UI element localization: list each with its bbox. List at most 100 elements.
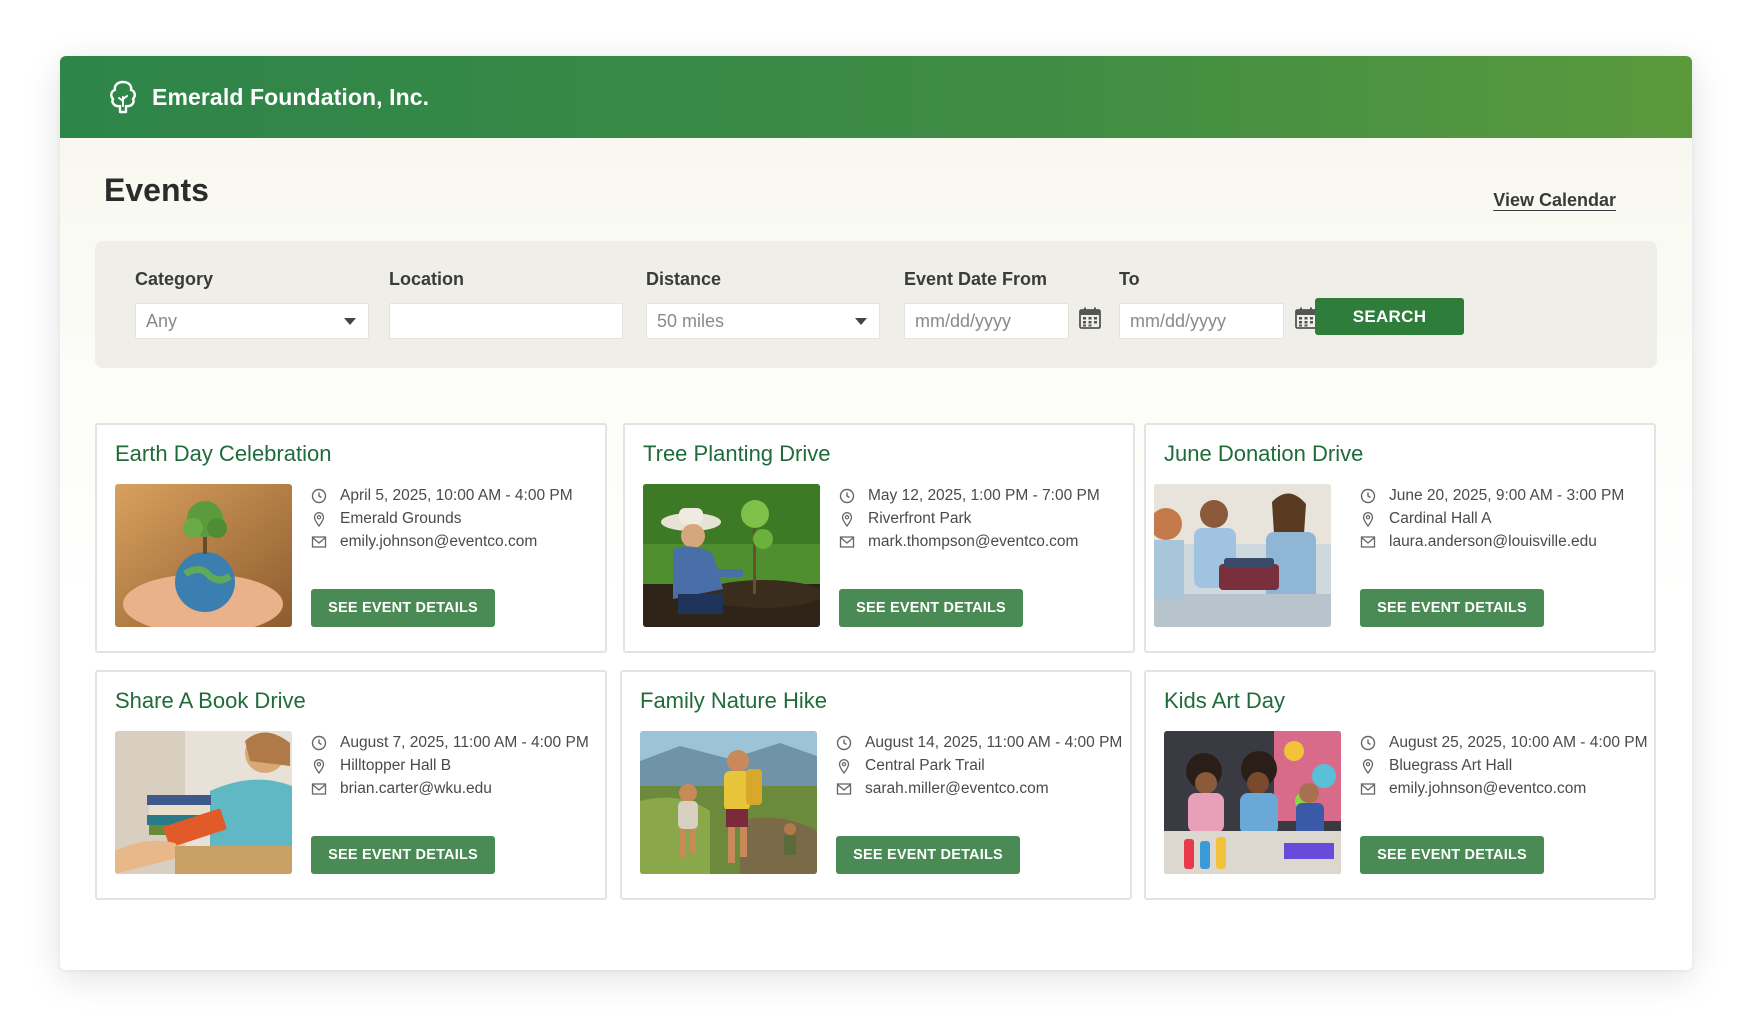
event-location: Bluegrass Art Hall <box>1360 754 1648 777</box>
see-event-details-button[interactable]: SEE EVENT DETAILS <box>839 589 1023 627</box>
event-datetime-text: June 20, 2025, 9:00 AM - 3:00 PM <box>1389 486 1625 504</box>
see-event-details-button[interactable]: SEE EVENT DETAILS <box>311 836 495 874</box>
clock-icon <box>1360 735 1376 750</box>
clock-icon <box>1360 488 1376 503</box>
category-select[interactable]: Any <box>135 303 369 339</box>
see-event-details-button[interactable]: SEE EVENT DETAILS <box>1360 836 1544 874</box>
event-datetime-text: May 12, 2025, 1:00 PM - 7:00 PM <box>868 486 1100 504</box>
page-title: Events <box>104 172 209 208</box>
distance-filter: Distance <box>646 269 721 293</box>
location-label: Location <box>389 269 464 289</box>
event-datetime: June 20, 2025, 9:00 AM - 3:00 PM <box>1360 484 1624 507</box>
event-title[interactable]: Family Nature Hike <box>640 688 827 714</box>
event-location-text: Riverfront Park <box>868 509 972 527</box>
event-email-text[interactable]: brian.carter@wku.edu <box>340 780 492 798</box>
event-card: June Donation Drive June 20, 2025, 9:00 <box>1144 423 1656 653</box>
event-card: Earth Day Celebration April 5, 2025, 10:… <box>95 423 607 653</box>
event-title[interactable]: Share A Book Drive <box>115 688 306 714</box>
category-label: Category <box>135 269 214 289</box>
event-title[interactable]: Earth Day Celebration <box>115 441 331 467</box>
event-card: Family Nature Hike August 14, 2025, 11:0… <box>620 670 1132 900</box>
event-image[interactable] <box>643 484 820 627</box>
event-location-text: Central Park Trail <box>865 756 985 774</box>
calendar-icon[interactable] <box>1078 306 1102 330</box>
event-title[interactable]: June Donation Drive <box>1164 441 1363 467</box>
event-location-text: Cardinal Hall A <box>1389 509 1492 527</box>
map-pin-icon <box>838 758 850 774</box>
clock-icon <box>836 735 852 750</box>
event-email-text[interactable]: emily.johnson@eventco.com <box>1389 780 1586 798</box>
distance-label: Distance <box>646 269 722 289</box>
event-email: laura.anderson@louisville.edu <box>1360 530 1624 553</box>
search-button[interactable]: SEARCH <box>1315 298 1464 335</box>
event-email-text[interactable]: mark.thompson@eventco.com <box>868 533 1078 551</box>
event-datetime: August 7, 2025, 11:00 AM - 4:00 PM <box>311 731 589 754</box>
see-event-details-button[interactable]: SEE EVENT DETAILS <box>311 589 495 627</box>
tree-icon <box>106 79 140 115</box>
event-meta: June 20, 2025, 9:00 AM - 3:00 PM Cardina… <box>1360 484 1624 553</box>
category-filter: Category <box>135 269 213 293</box>
org-name[interactable]: Emerald Foundation, Inc. <box>152 84 429 111</box>
event-card: Share A Book Drive August 7, 2025, 11:00… <box>95 670 607 900</box>
site-header: Emerald Foundation, Inc. <box>60 56 1692 138</box>
date-to-placeholder: mm/dd/yyyy <box>1130 310 1227 331</box>
event-title[interactable]: Tree Planting Drive <box>643 441 830 467</box>
location-input[interactable] <box>389 303 623 339</box>
mail-icon <box>311 535 327 548</box>
mail-icon <box>1360 535 1376 548</box>
event-meta: April 5, 2025, 10:00 AM - 4:00 PM Emeral… <box>311 484 573 553</box>
event-datetime: April 5, 2025, 10:00 AM - 4:00 PM <box>311 484 573 507</box>
event-email-text[interactable]: laura.anderson@louisville.edu <box>1389 533 1597 551</box>
event-image[interactable] <box>640 731 817 874</box>
event-card: Kids Art Day August 25, 2025, 10:00 AM -… <box>1144 670 1656 900</box>
event-meta: May 12, 2025, 1:00 PM - 7:00 PM Riverfro… <box>839 484 1100 553</box>
map-pin-icon <box>313 511 325 527</box>
event-email: brian.carter@wku.edu <box>311 777 589 800</box>
event-location: Cardinal Hall A <box>1360 507 1624 530</box>
mail-icon <box>1360 782 1376 795</box>
event-image[interactable] <box>1154 484 1331 627</box>
event-email: mark.thompson@eventco.com <box>839 530 1100 553</box>
date-from-placeholder: mm/dd/yyyy <box>915 310 1012 331</box>
clock-icon <box>311 735 327 750</box>
app-window: Emerald Foundation, Inc. Events View Cal… <box>60 56 1692 970</box>
chevron-down-icon <box>855 318 867 325</box>
event-image[interactable] <box>115 484 292 627</box>
event-title[interactable]: Kids Art Day <box>1164 688 1285 714</box>
map-pin-icon <box>1362 758 1374 774</box>
event-meta: August 14, 2025, 11:00 AM - 4:00 PM Cent… <box>836 731 1122 800</box>
event-location: Emerald Grounds <box>311 507 573 530</box>
see-event-details-button[interactable]: SEE EVENT DETAILS <box>1360 589 1544 627</box>
distance-select[interactable]: 50 miles <box>646 303 880 339</box>
map-pin-icon <box>841 511 853 527</box>
view-calendar-link[interactable]: View Calendar <box>1493 190 1616 211</box>
date-to-input[interactable]: mm/dd/yyyy <box>1119 303 1284 339</box>
date-from-label: Event Date From <box>904 269 1048 289</box>
event-location-text: Bluegrass Art Hall <box>1389 756 1513 774</box>
event-meta: August 25, 2025, 10:00 AM - 4:00 PM Blue… <box>1360 731 1648 800</box>
event-location: Central Park Trail <box>836 754 1122 777</box>
chevron-down-icon <box>344 318 356 325</box>
mail-icon <box>839 535 855 548</box>
event-datetime: August 14, 2025, 11:00 AM - 4:00 PM <box>836 731 1122 754</box>
event-location-text: Hilltopper Hall B <box>340 756 452 774</box>
event-datetime-text: April 5, 2025, 10:00 AM - 4:00 PM <box>340 486 573 504</box>
event-image[interactable] <box>1164 731 1341 874</box>
category-value: Any <box>146 310 178 331</box>
clock-icon <box>839 488 855 503</box>
date-from-filter: Event Date From <box>904 269 1047 293</box>
mail-icon <box>311 782 327 795</box>
distance-value: 50 miles <box>657 310 725 331</box>
event-meta: August 7, 2025, 11:00 AM - 4:00 PM Hillt… <box>311 731 589 800</box>
date-from-input[interactable]: mm/dd/yyyy <box>904 303 1069 339</box>
event-location: Hilltopper Hall B <box>311 754 589 777</box>
event-email: sarah.miller@eventco.com <box>836 777 1122 800</box>
event-datetime-text: August 7, 2025, 11:00 AM - 4:00 PM <box>340 733 589 751</box>
see-event-details-button[interactable]: SEE EVENT DETAILS <box>836 836 1020 874</box>
event-email-text[interactable]: emily.johnson@eventco.com <box>340 533 537 551</box>
event-email: emily.johnson@eventco.com <box>311 530 573 553</box>
map-pin-icon <box>1362 511 1374 527</box>
event-datetime-text: August 25, 2025, 10:00 AM - 4:00 PM <box>1389 733 1648 751</box>
event-email-text[interactable]: sarah.miller@eventco.com <box>865 780 1049 798</box>
event-image[interactable] <box>115 731 292 874</box>
